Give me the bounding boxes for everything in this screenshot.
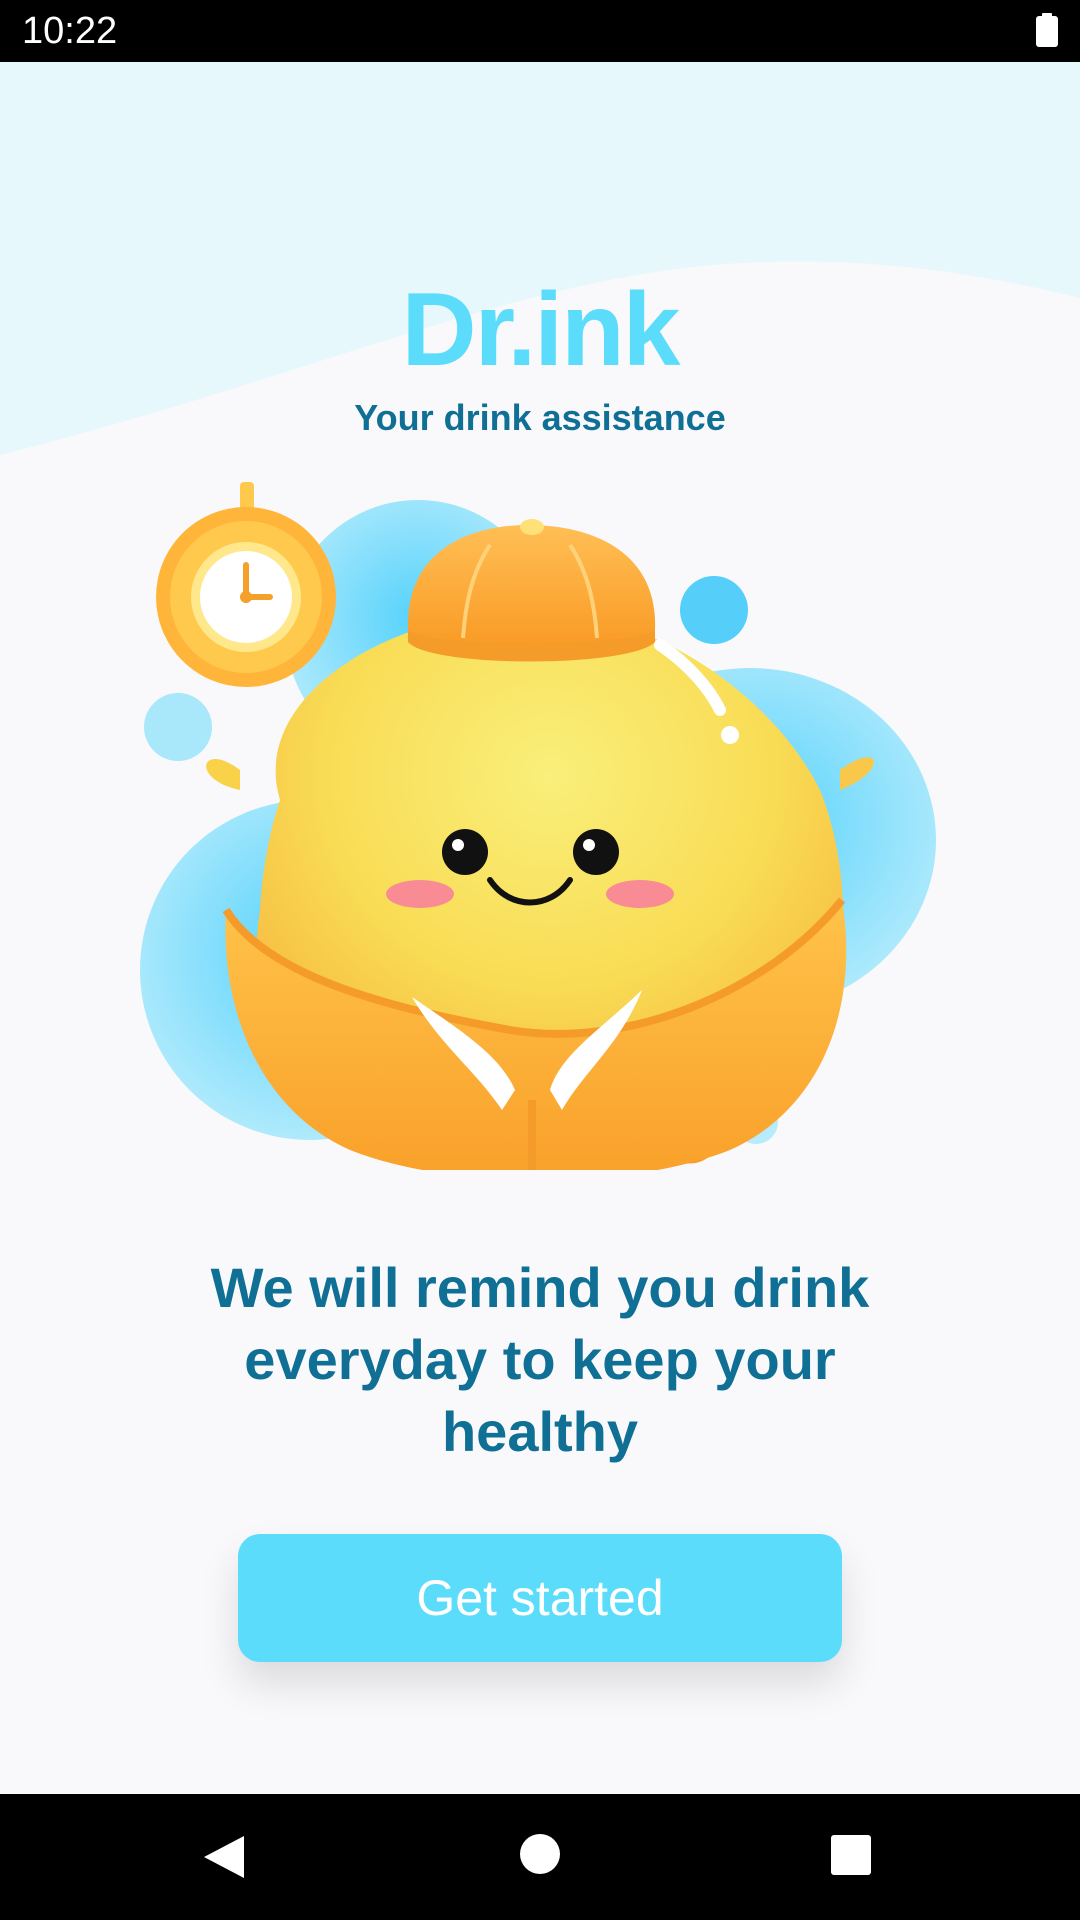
navigation-bar <box>0 1794 1080 1920</box>
onboarding-screen: 10:22 Dr.ink Your drink assistance We wi… <box>0 0 1080 1920</box>
recents-square-icon[interactable] <box>830 1834 872 1876</box>
app-subtitle: Your drink assistance <box>354 397 726 438</box>
status-time: 10:22 <box>22 10 118 52</box>
get-started-button[interactable]: Get started <box>238 1534 842 1662</box>
battery-icon <box>1036 13 1058 47</box>
blue-bubble-left <box>144 693 212 761</box>
onboarding-tagline: We will remind you drink everyday to kee… <box>210 1256 870 1463</box>
home-circle-icon[interactable] <box>518 1832 562 1876</box>
mascot-illustration <box>140 482 936 1170</box>
status-bar: 10:22 <box>0 0 1080 62</box>
app-title: Dr.ink <box>401 272 681 388</box>
back-triangle-icon[interactable] <box>202 1834 246 1880</box>
stopwatch-icon <box>156 482 336 687</box>
blue-bubble-small <box>680 576 748 644</box>
